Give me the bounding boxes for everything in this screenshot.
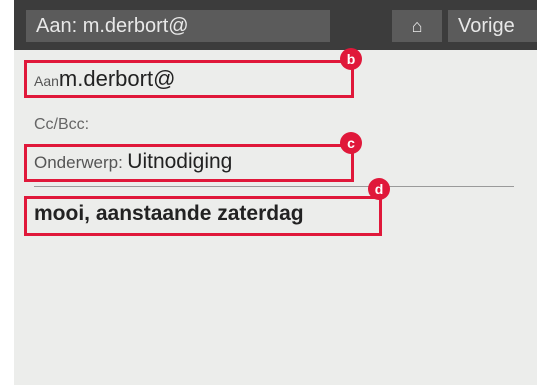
recipient-title: Aan: m.derbort@ [26,10,330,42]
cc-bcc-field[interactable]: Cc/Bcc: [34,116,89,134]
divider [34,186,514,187]
callout-box-subject [24,144,354,182]
top-bar: Aan: m.derbort@ ⌂ Vorige [14,0,537,50]
callout-box-to [24,60,354,98]
previous-button[interactable]: Vorige [448,10,537,42]
home-icon: ⌂ [411,16,423,36]
callout-badge-b: b [340,48,362,70]
callout-box-body [24,196,382,236]
callout-badge-d: d [368,178,390,200]
callout-badge-c: c [340,132,362,154]
home-button[interactable]: ⌂ [392,10,442,42]
email-compose-screen: Aan: m.derbort@ ⌂ Vorige Aanm.derbort@ C… [14,0,537,385]
